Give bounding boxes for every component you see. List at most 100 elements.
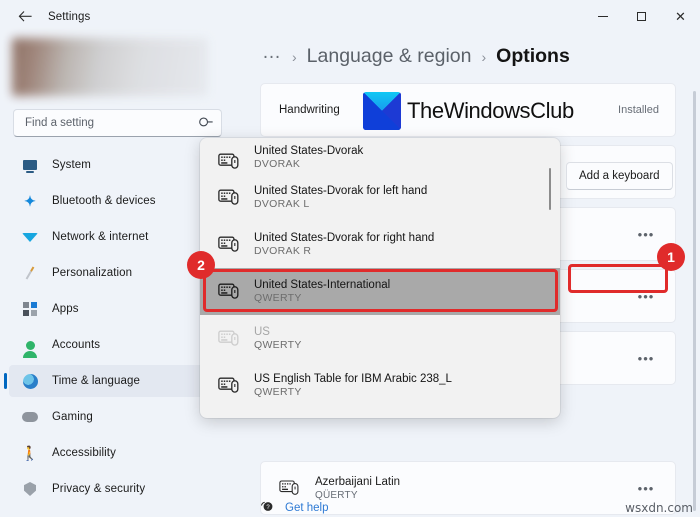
sidebar-item-accessibility[interactable]: 🚶 Accessibility xyxy=(9,437,227,469)
sidebar-item-label: Time & language xyxy=(52,375,141,387)
breadcrumb-overflow[interactable]: … xyxy=(262,43,282,62)
title-bar: Settings ✕ xyxy=(0,0,700,33)
breadcrumb-separator: › xyxy=(292,49,297,65)
accessibility-person-icon: 🚶 xyxy=(21,445,39,461)
breadcrumb: … › Language & region › Options xyxy=(262,43,570,68)
keyboard-hand-icon xyxy=(218,283,241,300)
search-icon xyxy=(196,113,217,134)
more-options-button[interactable]: ••• xyxy=(633,285,659,307)
row-right: ••• xyxy=(633,223,659,245)
search-input[interactable] xyxy=(25,117,200,129)
sidebar-item-time-language[interactable]: Time & language xyxy=(4,365,227,397)
close-icon: ✕ xyxy=(675,9,686,24)
dropdown-item-layout: DVORAK xyxy=(254,158,301,170)
back-button[interactable] xyxy=(10,6,40,28)
sidebar-item-privacy-security[interactable]: Privacy & security xyxy=(9,473,227,505)
sidebar-item-gaming[interactable]: Gaming xyxy=(9,401,227,433)
dropdown-item-title: US xyxy=(254,326,270,338)
sidebar-item-label: System xyxy=(52,159,91,171)
get-help-label: Get help xyxy=(285,501,329,514)
search-box[interactable] xyxy=(13,109,222,137)
row-right: ••• xyxy=(633,285,659,307)
dropdown-items: United States-Dvorak DVORAK United State… xyxy=(200,138,560,409)
maximize-button[interactable] xyxy=(622,0,661,33)
keyboard-hand-icon xyxy=(279,480,301,496)
keyboard-dropdown-list: United States-Dvorak DVORAK United State… xyxy=(200,138,560,418)
gamepad-icon xyxy=(20,408,40,426)
dropdown-item-layout: QWERTY xyxy=(254,386,302,398)
sidebar-item-bluetooth-devices[interactable]: ✦ Bluetooth & devices xyxy=(9,185,227,217)
window-title: Settings xyxy=(48,10,91,23)
more-options-button[interactable]: ••• xyxy=(633,223,659,245)
dropdown-item-dvorak-right-hand[interactable]: United States-Dvorak for right hand DVOR… xyxy=(200,221,560,268)
sidebar-item-label: Apps xyxy=(52,303,79,315)
annotation-badge-1: 1 xyxy=(657,243,685,271)
person-icon xyxy=(20,336,40,358)
back-arrow-icon xyxy=(18,11,32,22)
maximize-icon xyxy=(637,12,646,21)
dropdown-item-title: United States-Dvorak for left hand xyxy=(254,185,428,197)
keyboard-hand-icon xyxy=(218,236,241,253)
dropdown-texts: US QWERTY xyxy=(254,326,302,351)
sidebar-item-label: Network & internet xyxy=(52,231,149,243)
more-options-button[interactable]: ••• xyxy=(633,477,659,499)
add-a-keyboard-button[interactable]: Add a keyboard xyxy=(566,162,673,190)
page-title: Options xyxy=(496,45,570,67)
dropdown-texts: United States-Dvorak for right hand DVOR… xyxy=(254,232,434,257)
wifi-icon xyxy=(20,228,40,246)
dropdown-texts: United States-International QWERTY xyxy=(254,279,390,304)
dropdown-item-title: US English Table for IBM Arabic 238_L xyxy=(254,373,452,385)
sidebar-item-apps[interactable]: Apps xyxy=(9,293,227,325)
dropdown-item-layout: QWERTY xyxy=(254,292,302,304)
user-profile-blurred[interactable] xyxy=(12,38,208,96)
sidebar-item-label: Bluetooth & devices xyxy=(52,195,156,207)
keyboard-name: Azerbaijani Latin xyxy=(315,475,401,488)
row-texts: Azerbaijani Latin QÜERTY xyxy=(315,476,400,501)
breadcrumb-separator: › xyxy=(481,49,487,65)
get-help-link[interactable]: ? Get help xyxy=(260,499,328,516)
more-options-button[interactable]: ••• xyxy=(633,347,659,369)
sidebar-item-windows-update[interactable]: ↻ Windows Update xyxy=(9,509,227,517)
source-watermark: wsxdn.com xyxy=(625,501,693,515)
help-question-icon: ? xyxy=(260,499,274,516)
paintbrush-icon xyxy=(20,264,40,282)
row-right: ••• xyxy=(633,477,659,499)
shield-icon xyxy=(20,480,40,498)
main-scrollbar[interactable] xyxy=(693,91,696,511)
dropdown-item-layout: QWERTY xyxy=(254,339,302,351)
monitor-icon xyxy=(20,156,40,174)
dropdown-item-united-states-international[interactable]: United States-International QWERTY xyxy=(200,268,560,315)
sidebar-item-accounts[interactable]: Accounts xyxy=(9,329,227,361)
sidebar-item-label: Privacy & security xyxy=(52,483,146,495)
sidebar-item-label: Personalization xyxy=(52,267,133,279)
card-title: Handwriting xyxy=(279,104,340,116)
dropdown-item-title: United States-International xyxy=(254,279,391,291)
thewindowsclub-logo-icon xyxy=(363,92,401,130)
close-button[interactable]: ✕ xyxy=(661,0,700,33)
sidebar-item-network-internet[interactable]: Network & internet xyxy=(9,221,227,253)
sidebar-item-label: Accounts xyxy=(52,339,101,351)
keyboard-hand-icon xyxy=(218,189,241,206)
minimize-button[interactable] xyxy=(583,0,622,33)
dropdown-item-layout: DVORAK R xyxy=(254,245,312,257)
thewindowsclub-logo-text: TheWindowsClub xyxy=(407,98,574,123)
dropdown-item-dvorak[interactable]: United States-Dvorak DVORAK xyxy=(200,138,560,174)
breadcrumb-parent[interactable]: Language & region xyxy=(307,45,472,68)
dropdown-texts: US English Table for IBM Arabic 238_L QW… xyxy=(254,373,452,398)
thewindowsclub-watermark: TheWindowsClub xyxy=(363,92,574,130)
row-right: ••• xyxy=(633,347,659,369)
dropdown-texts: United States-Dvorak DVORAK xyxy=(254,145,363,170)
sidebar-item-system[interactable]: System xyxy=(9,149,227,181)
row-texts: Handwriting xyxy=(279,104,340,116)
row-right: Installed xyxy=(618,104,659,116)
status-badge: Installed xyxy=(618,104,659,116)
dropdown-item-dvorak-left-hand[interactable]: United States-Dvorak for left hand DVORA… xyxy=(200,174,560,221)
sidebar-item-label: Gaming xyxy=(52,411,93,423)
dropdown-item-us-english-table-ibm-arabic[interactable]: US English Table for IBM Arabic 238_L QW… xyxy=(200,362,560,409)
keyboard-hand-icon xyxy=(218,330,241,347)
caption-buttons: ✕ xyxy=(583,0,700,33)
dropdown-item-us: US QWERTY xyxy=(200,315,560,362)
sidebar-item-label: Accessibility xyxy=(52,447,116,459)
settings-window: Settings ✕ System ✦ Bluetooth & devices xyxy=(0,0,700,517)
dropdown-scrollbar[interactable] xyxy=(549,168,551,210)
